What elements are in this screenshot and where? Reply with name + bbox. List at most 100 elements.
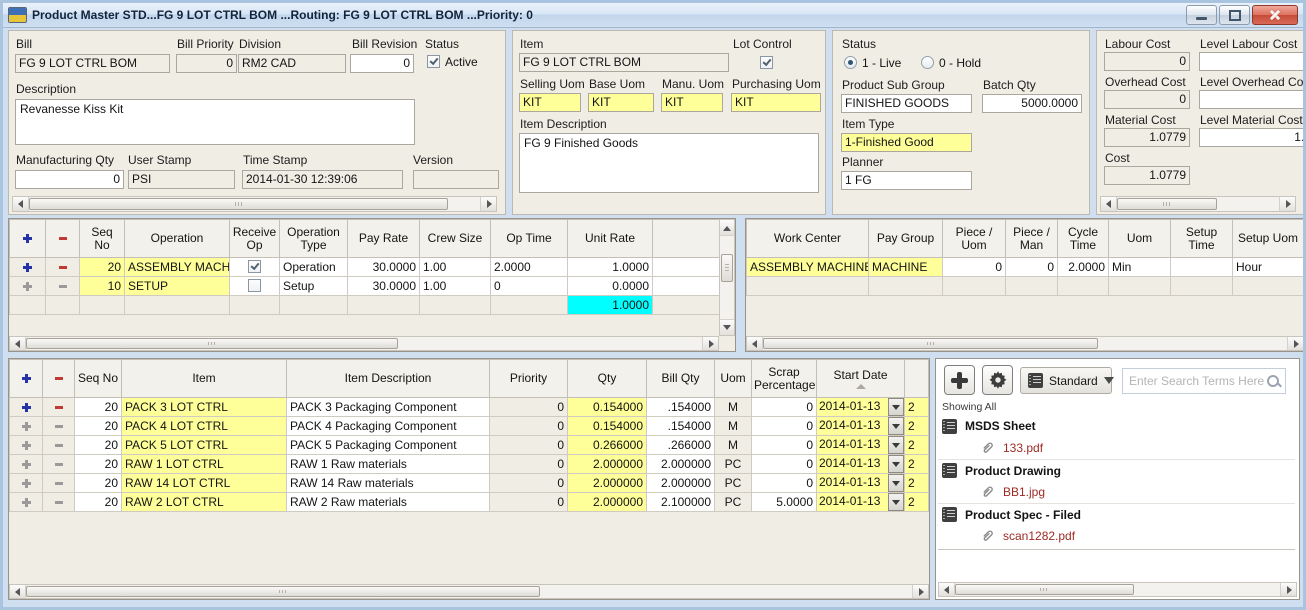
cycle-time-cell[interactable]: 2.0000	[1058, 258, 1109, 277]
blank-cell[interactable]	[653, 258, 720, 277]
date-dropdown-button[interactable]	[888, 436, 904, 454]
bill-revision-field[interactable]: 0	[350, 54, 414, 73]
description-field[interactable]: Revanesse Kiss Kit	[15, 99, 415, 145]
qty-cell[interactable]: 2.000000	[568, 455, 647, 474]
scroll-left-icon[interactable]	[747, 337, 763, 350]
item-description-cell[interactable]: RAW 1 Raw materials	[287, 455, 490, 474]
delete-row-button[interactable]	[43, 455, 75, 474]
priority-cell[interactable]: 0	[490, 417, 568, 436]
close-button[interactable]	[1252, 5, 1298, 25]
crew-size-cell[interactable]: 1.00	[420, 277, 491, 296]
unit-rate-cell[interactable]: 0.0000	[568, 277, 653, 296]
delete-row-button[interactable]	[43, 493, 75, 512]
overhead-cost-field[interactable]: 0	[1104, 90, 1190, 109]
scrap-percentage-cell[interactable]: 0	[752, 436, 817, 455]
work-center-cell[interactable]: ASSEMBLY MACHINE	[747, 258, 869, 277]
qty-cell[interactable]: 0.266000	[568, 436, 647, 455]
manufacturing-qty-field[interactable]: 0	[15, 170, 124, 189]
live-radio[interactable]	[844, 56, 857, 69]
item-cell[interactable]: RAW 14 LOT CTRL	[122, 474, 287, 493]
selling-uom-field[interactable]: KIT	[519, 93, 581, 112]
bill-panel-hscrollbar[interactable]	[12, 196, 497, 212]
scrap-percentage-cell[interactable]: 5.0000	[752, 493, 817, 512]
documents-panel-hscrollbar[interactable]	[938, 582, 1297, 597]
add-row-button[interactable]	[10, 474, 43, 493]
bill-priority-field[interactable]: 0	[176, 54, 237, 73]
setup-uom-cell[interactable]: Hour	[1233, 258, 1304, 277]
priority-cell[interactable]: 0	[490, 398, 568, 417]
piece-man-cell[interactable]: 0	[1006, 258, 1058, 277]
time-stamp-field[interactable]: 2014-01-30 12:39:06	[242, 170, 403, 189]
scroll-right-icon[interactable]	[1280, 583, 1296, 596]
item-cell[interactable]: PACK 3 LOT CTRL	[122, 398, 287, 417]
search-icon[interactable]	[1266, 374, 1281, 389]
col-header-start-date[interactable]: Start Date	[817, 360, 905, 398]
add-bom-item-button[interactable]	[10, 360, 43, 398]
material-cost-field[interactable]: 1.0779	[1104, 128, 1190, 147]
level-overhead-cost-field[interactable]	[1199, 90, 1303, 109]
uom-cell[interactable]: PC	[715, 493, 752, 512]
bill-qty-cell[interactable]: 2.100000	[647, 493, 715, 512]
add-row-button[interactable]	[10, 436, 43, 455]
item-field[interactable]: FG 9 LOT CTRL BOM	[519, 53, 729, 72]
bill-qty-cell[interactable]: .154000	[647, 398, 715, 417]
bill-qty-cell[interactable]: .266000	[647, 436, 715, 455]
item-cell[interactable]: PACK 5 LOT CTRL	[122, 436, 287, 455]
seq-no-cell[interactable]: 20	[75, 474, 122, 493]
document-file-link[interactable]: 133.pdf	[938, 437, 1295, 459]
document-file-link[interactable]: BB1.jpg	[938, 481, 1295, 503]
bill-qty-cell[interactable]: .154000	[647, 417, 715, 436]
add-document-button[interactable]	[944, 365, 975, 395]
scrap-percentage-cell[interactable]: 0	[752, 455, 817, 474]
receive-op-cell[interactable]	[230, 277, 280, 296]
setup-time-cell[interactable]	[1171, 258, 1233, 277]
manu-uom-field[interactable]: KIT	[661, 93, 723, 112]
operation-cell[interactable]: SETUP	[125, 277, 230, 296]
scrap-percentage-cell[interactable]: 0	[752, 417, 817, 436]
priority-cell[interactable]: 0	[490, 455, 568, 474]
receive-op-checkbox[interactable]	[248, 260, 261, 273]
document-view-dropdown[interactable]: Standard	[1020, 367, 1112, 394]
seq-no-cell[interactable]: 20	[75, 493, 122, 512]
bill-qty-cell[interactable]: 2.000000	[647, 474, 715, 493]
priority-cell[interactable]: 0	[490, 474, 568, 493]
maximize-button[interactable]	[1219, 5, 1250, 25]
add-row-button[interactable]	[10, 277, 46, 296]
document-file-link[interactable]: scan1282.pdf	[938, 525, 1295, 547]
uom-cell[interactable]: PC	[715, 455, 752, 474]
division-field[interactable]: RM2 CAD	[238, 54, 346, 73]
scrap-percentage-cell[interactable]: 0	[752, 474, 817, 493]
qty-cell[interactable]: 2.000000	[568, 474, 647, 493]
uom-cell[interactable]: M	[715, 417, 752, 436]
start-date-value[interactable]: 2014-01-13	[817, 398, 888, 416]
item-description-cell[interactable]: PACK 3 Packaging Component	[287, 398, 490, 417]
qty-cell[interactable]: 2.000000	[568, 493, 647, 512]
document-file-name[interactable]: BB1.jpg	[1003, 485, 1045, 499]
add-row-button[interactable]	[10, 493, 43, 512]
item-description-cell[interactable]: RAW 2 Raw materials	[287, 493, 490, 512]
uom-cell[interactable]: Min	[1109, 258, 1171, 277]
uom-cell[interactable]: M	[715, 398, 752, 417]
base-uom-field[interactable]: KIT	[588, 93, 654, 112]
scroll-left-icon[interactable]	[939, 583, 955, 596]
seq-no-cell[interactable]: 10	[80, 277, 125, 296]
scroll-left-icon[interactable]	[1101, 197, 1117, 211]
document-file-name[interactable]: scan1282.pdf	[1003, 529, 1075, 543]
pay-rate-cell[interactable]: 30.0000	[348, 258, 420, 277]
level-labour-cost-field[interactable]	[1199, 52, 1303, 71]
lot-control-checkbox[interactable]	[760, 56, 773, 69]
start-date-value[interactable]: 2014-01-13	[817, 436, 888, 454]
scroll-right-icon[interactable]	[1287, 337, 1303, 350]
qty-cell[interactable]: 0.154000	[568, 398, 647, 417]
add-row-button[interactable]	[10, 398, 43, 417]
scroll-right-icon[interactable]	[1279, 197, 1295, 211]
scroll-right-icon[interactable]	[480, 197, 496, 211]
hold-radio[interactable]	[921, 56, 934, 69]
delete-row-button[interactable]	[43, 398, 75, 417]
purchasing-uom-field[interactable]: KIT	[731, 93, 821, 112]
document-file-name[interactable]: 133.pdf	[1003, 441, 1043, 455]
operation-type-cell[interactable]: Operation	[280, 258, 348, 277]
item-cell[interactable]: RAW 2 LOT CTRL	[122, 493, 287, 512]
blank-cell[interactable]	[653, 277, 720, 296]
costs-panel-hscrollbar[interactable]	[1100, 196, 1296, 212]
